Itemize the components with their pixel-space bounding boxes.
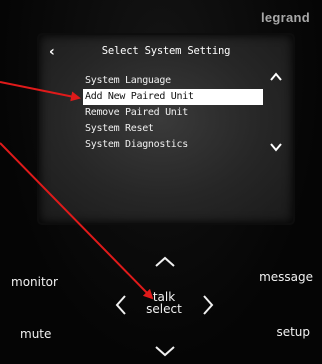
setup-button[interactable]: setup xyxy=(276,325,310,339)
nav-right-button[interactable] xyxy=(202,294,215,316)
nav-down-button[interactable] xyxy=(154,345,176,358)
nav-left-button[interactable] xyxy=(114,294,127,316)
menu-item-add-new-paired-unit[interactable]: Add New Paired Unit xyxy=(83,89,263,105)
menu-item-system-reset[interactable]: System Reset xyxy=(83,121,263,137)
talk-select-button[interactable]: talk select xyxy=(140,291,188,315)
intercom-panel: legrand ‹ Select System Setting System L… xyxy=(0,0,322,364)
brand-logo: legrand xyxy=(260,10,310,25)
nav-up-button[interactable] xyxy=(154,255,176,268)
chevron-down-icon[interactable] xyxy=(269,141,283,153)
menu-item-system-diagnostics[interactable]: System Diagnostics xyxy=(83,137,263,153)
screen-title: Select System Setting xyxy=(101,45,231,57)
menu-item-system-language[interactable]: System Language xyxy=(83,73,263,89)
settings-menu: System Language Add New Paired Unit Remo… xyxy=(83,73,263,153)
select-label: select xyxy=(146,302,182,316)
screen-header: ‹ Select System Setting xyxy=(39,44,293,62)
message-button[interactable]: message xyxy=(259,270,313,284)
menu-item-remove-paired-unit[interactable]: Remove Paired Unit xyxy=(83,105,263,121)
chevron-up-icon[interactable] xyxy=(269,71,283,83)
monitor-button[interactable]: monitor xyxy=(11,275,58,289)
lcd-screen: ‹ Select System Setting System Language … xyxy=(39,35,293,223)
mute-button[interactable]: mute xyxy=(20,327,51,341)
